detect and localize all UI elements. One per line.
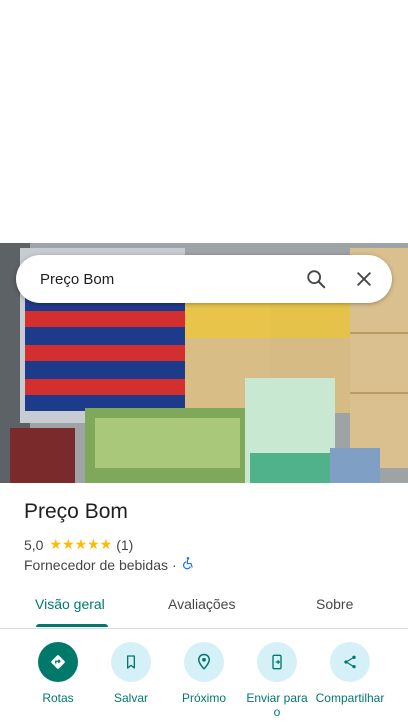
wheelchair-icon xyxy=(181,556,195,573)
nearby-label: Próximo xyxy=(181,691,226,705)
review-count: (1) xyxy=(116,536,134,553)
tab-about[interactable]: Sobre xyxy=(316,596,353,612)
separator: · xyxy=(172,556,177,573)
share-icon xyxy=(330,642,370,682)
search-bar[interactable]: Preço Bom xyxy=(16,255,392,303)
bookmark-icon xyxy=(111,642,151,682)
tab-overview[interactable]: Visão geral xyxy=(35,596,105,612)
tab-reviews[interactable]: Avaliações xyxy=(168,596,235,612)
nearby-button[interactable]: Próximo xyxy=(172,642,236,705)
directions-button[interactable]: Rotas xyxy=(26,642,90,705)
search-icon[interactable] xyxy=(292,255,340,303)
nearby-icon xyxy=(184,642,224,682)
share-button[interactable]: Compartilhar xyxy=(315,642,385,705)
send-to-phone-button[interactable]: Enviar para o xyxy=(245,642,309,719)
share-label: Compartilhar xyxy=(315,691,385,705)
active-tab-indicator xyxy=(36,624,108,627)
send-to-phone-icon xyxy=(257,642,297,682)
rating-stars: ★★★★★ xyxy=(49,536,113,552)
place-category: Fornecedor de bebidas xyxy=(24,556,168,573)
place-title: Preço Bom xyxy=(24,500,128,523)
place-category-row: Fornecedor de bebidas · xyxy=(24,556,195,573)
tab-bar: Visão geral Avaliações Sobre xyxy=(0,584,408,629)
rating-row[interactable]: 5,0 ★★★★★ (1) xyxy=(24,536,133,553)
rating-value: 5,0 xyxy=(24,536,44,553)
save-button[interactable]: Salvar xyxy=(99,642,163,705)
send-to-phone-label: Enviar para o xyxy=(246,691,308,719)
close-icon[interactable] xyxy=(340,255,388,303)
directions-icon xyxy=(38,642,78,682)
directions-label: Rotas xyxy=(42,691,74,705)
search-input[interactable]: Preço Bom xyxy=(40,271,292,288)
save-label: Salvar xyxy=(113,691,148,705)
